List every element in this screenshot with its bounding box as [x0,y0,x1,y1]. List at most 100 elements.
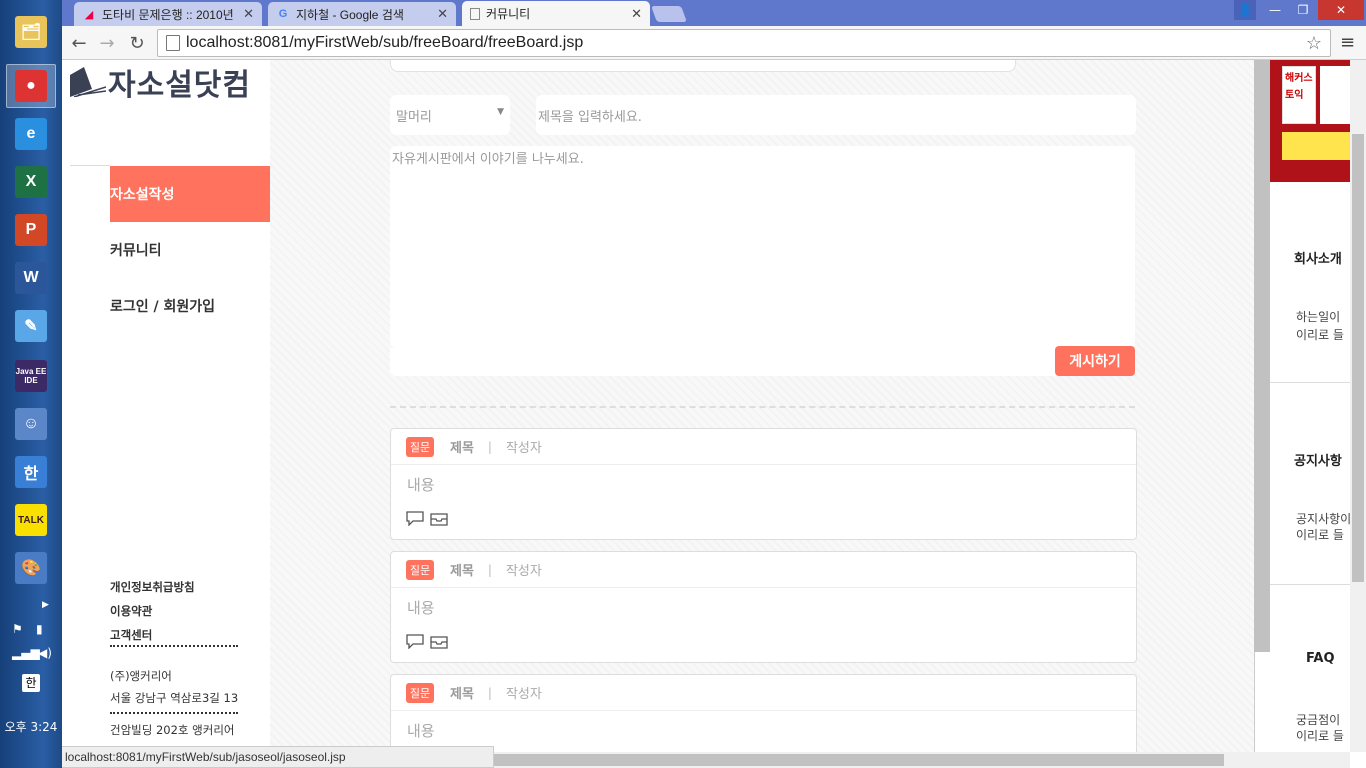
footer-link-terms[interactable]: 이용약관 [110,603,152,619]
ime-indicator[interactable]: 한 [22,674,40,692]
sidebar-divider [1270,584,1350,585]
url-text[interactable]: localhost:8081/myFirstWeb/sub/freeBoard/… [186,34,583,52]
form-footer [390,348,1135,376]
comment-icon[interactable] [406,634,424,649]
post-header: 질문 제목 | 작성자 [391,675,1136,711]
footer-divider [110,645,238,647]
footer-link-privacy[interactable]: 개인정보취급방침 [110,579,195,595]
taskbar-app-java-ee-ide[interactable]: Java EE IDE [6,354,56,398]
tray-expand-icon[interactable]: ▶ [42,600,49,610]
separator: | [487,685,492,700]
internet-explorer-icon: e [15,118,47,150]
nav-item-login[interactable]: 로그인 / 회원가입 [110,278,270,334]
taskbar-app-paint[interactable]: 🎨 [6,546,56,590]
close-window-button[interactable]: ✕ [1318,0,1364,20]
volume-icon[interactable]: ◀) [38,646,52,660]
title-placeholder: 제목을 입력하세요. [538,109,642,125]
powerpoint-icon: P [15,214,47,246]
signal-icon[interactable]: ▂▄▆ [12,646,40,660]
minimize-button[interactable]: — [1262,0,1288,20]
taskbar-app-powerpoint[interactable]: P [6,208,56,252]
chrome-menu-icon[interactable]: ≡ [1340,32,1355,53]
user-profile-icon[interactable]: 👤 [1234,0,1256,20]
chrome-icon: ● [15,70,47,102]
ad-text: 토익 [1285,90,1304,101]
post-author: 작성자 [505,564,542,579]
body-placeholder: 자유게시판에서 이야기를 나누세요. [392,152,584,167]
address-bar[interactable]: localhost:8081/myFirstWeb/sub/freeBoard/… [157,29,1331,57]
taskbar-app-notepad[interactable]: ✎ [6,304,56,348]
post-author: 작성자 [505,441,542,456]
logo-wing-icon [70,67,106,97]
nav-item-community[interactable]: 커뮤니티 [110,222,270,278]
page-icon [166,35,180,51]
restore-button[interactable]: ❐ [1290,0,1316,20]
close-tab-icon[interactable]: ✕ [243,6,254,22]
inbox-icon[interactable] [430,511,448,526]
network-warning-icon[interactable]: ⚑ [12,622,23,636]
prefix-select[interactable]: 말머리 ▼ [390,95,510,135]
taskbar-app-hangul[interactable]: 한 [6,450,56,494]
hangul-icon: 한 [15,456,47,488]
page-viewport: 자소설닷컴 자소설작성 커뮤니티 로그인 / 회원가입 개인정보취급방침 이용약… [62,60,1366,768]
post-card[interactable]: 질문 제목 | 작성자 내용 [390,551,1137,663]
bookmark-star-icon[interactable]: ☆ [1306,33,1322,54]
inbox-icon[interactable] [430,634,448,649]
post-content: 내용 [407,722,435,740]
body-textarea[interactable]: 자유게시판에서 이야기를 나누세요. [390,146,1135,348]
footer-divider [110,712,238,714]
previous-field [390,60,1016,72]
ad-button [1282,132,1350,160]
tab-dotabi[interactable]: ◢ 도타비 문제은행 :: 2010년 ✕ [74,2,262,26]
close-tab-icon[interactable]: ✕ [631,6,642,22]
close-tab-icon[interactable]: ✕ [437,6,448,22]
sidebar-notice-title[interactable]: 공지사항 [1294,450,1350,469]
sidebar-company-title[interactable]: 회사소개 [1294,248,1350,267]
reload-icon[interactable]: ↻ [126,32,148,54]
chrome-window: ◢ 도타비 문제은행 :: 2010년 ✕ G 지하철 - Google 검색 … [62,0,1366,768]
ad-book-image: 해커스 토익 [1282,66,1316,124]
inner-scrollbar-thumb[interactable] [1254,60,1270,652]
section-divider [390,406,1135,408]
taskbar-app-word[interactable]: W [6,256,56,300]
taskbar-app-internet-explorer[interactable]: e [6,112,56,156]
back-arrow-icon[interactable]: ← [68,32,90,54]
post-card[interactable]: 질문 제목 | 작성자 내용 [390,428,1137,540]
kakaotalk-icon: TALK [15,504,47,536]
submit-post-button[interactable]: 게시하기 [1055,346,1135,376]
ad-banner[interactable]: 해커스 토익 [1270,60,1350,182]
post-author: 작성자 [505,687,542,702]
post-title[interactable]: 제목 [450,437,474,456]
left-sidebar: 자소설닷컴 자소설작성 커뮤니티 로그인 / 회원가입 개인정보취급방침 이용약… [62,60,270,768]
right-sidebar: 해커스 토익 회사소개 하는일이 이리로 들 공지사항 공지사항이 이리로 들 … [1270,60,1350,768]
new-tab-button[interactable] [651,6,687,22]
nav-item-write[interactable]: 자소설작성 [110,166,270,222]
ad-book-image [1320,66,1350,124]
windows-taskbar: 🗂 ● e X P W ✎ Java EE IDE ☺ 한 TALK 🎨 ▶ ⚑ ▮ ▂▄▆ ◀) 한… [0,0,62,768]
tab-google-search[interactable]: G 지하철 - Google 검색 ✕ [268,2,456,26]
page-scrollbar-thumb[interactable] [1352,134,1364,582]
site-logo[interactable]: 자소설닷컴 [70,60,251,104]
java-ee-ide-icon: Java EE IDE [15,360,47,392]
word-icon: W [15,262,47,294]
explorer-icon: 🗂 [15,16,47,48]
taskbar-app-messenger[interactable]: ☺ [6,402,56,446]
post-title[interactable]: 제목 [450,683,474,702]
tab-strip: ◢ 도타비 문제은행 :: 2010년 ✕ G 지하철 - Google 검색 … [62,0,1366,26]
footer-link-support[interactable]: 고객센터 [110,627,152,643]
ad-text: 해커스 [1285,73,1313,84]
comment-icon[interactable] [406,511,424,526]
title-input[interactable]: 제목을 입력하세요. [536,95,1136,135]
battery-icon[interactable]: ▮ [36,622,43,636]
post-header: 질문 제목 | 작성자 [391,429,1136,465]
post-title[interactable]: 제목 [450,560,474,579]
taskbar-clock[interactable]: 오후 3:24 [0,718,62,735]
forward-arrow-icon[interactable]: → [96,32,118,54]
tab-community[interactable]: 커뮤니티 ✕ [462,1,650,26]
taskbar-app-chrome[interactable]: ● [6,64,56,108]
taskbar-app-excel[interactable]: X [6,160,56,204]
sidebar-faq-title[interactable]: FAQ [1306,651,1350,666]
taskbar-app-kakaotalk[interactable]: TALK [6,498,56,542]
messenger-icon: ☺ [15,408,47,440]
taskbar-app-explorer[interactable]: 🗂 [6,10,56,54]
